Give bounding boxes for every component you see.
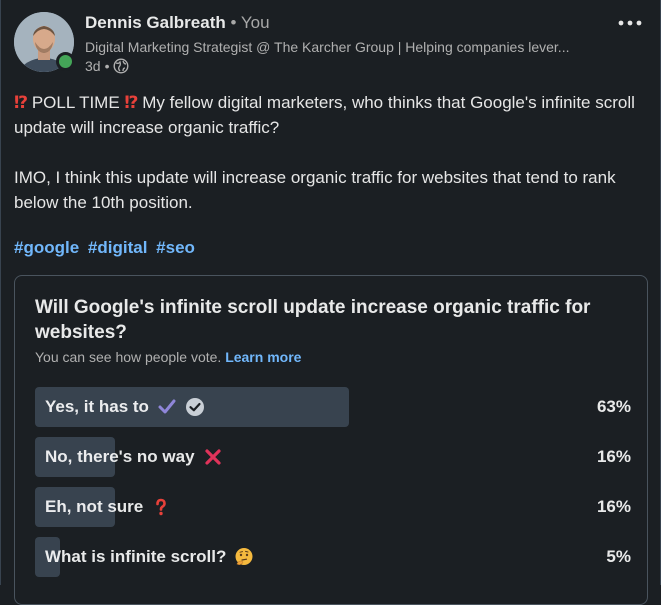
- poll-option-label: Yes, it has to: [45, 397, 149, 416]
- poll-option-label-row: What is infinite scroll?: [45, 537, 254, 577]
- author-separator: •: [230, 13, 237, 32]
- feed-post: Dennis Galbreath • You Digital Marketing…: [0, 0, 661, 605]
- poll-card: Will Google's infinite scroll update inc…: [14, 275, 648, 605]
- poll-question: Will Google's infinite scroll update inc…: [35, 297, 591, 343]
- poll-option[interactable]: Yes, it has to 63%: [35, 387, 631, 427]
- poll-option-label: No, there's no way: [45, 447, 195, 466]
- learn-more-link[interactable]: Learn more: [225, 349, 301, 365]
- hashtag-link[interactable]: #seo: [156, 238, 195, 257]
- poll-time-label: POLL TIME: [27, 93, 125, 112]
- more-options-button[interactable]: [616, 14, 644, 32]
- globe-icon: [113, 58, 129, 74]
- author-line: Dennis Galbreath • You: [85, 13, 270, 33]
- poll-option[interactable]: What is infinite scroll? 5%: [35, 537, 631, 577]
- post-text: ⁉ POLL TIME ⁉ My fellow digital marketer…: [14, 90, 644, 215]
- post-paragraph-2: IMO, I think this update will increase o…: [14, 168, 616, 212]
- author-name[interactable]: Dennis Galbreath: [85, 13, 226, 32]
- poll-option-label: Eh, not sure: [45, 497, 144, 516]
- hashtag-link[interactable]: #google: [14, 238, 79, 257]
- post-age: 3d: [85, 58, 101, 74]
- post-paragraph-1: ⁉ POLL TIME ⁉ My fellow digital marketer…: [14, 90, 644, 140]
- interrobang-icon: ⁉: [124, 93, 138, 112]
- poll-option-percent: 16%: [596, 497, 631, 516]
- poll-note: You can see how people vote. Learn more: [35, 349, 301, 365]
- hashtags: #google #digital #seo: [14, 238, 199, 258]
- selected-check-icon: [185, 398, 204, 416]
- thinking-face-icon: [235, 548, 253, 565]
- ellipsis-icon: [618, 20, 642, 26]
- online-status-indicator: [56, 52, 75, 71]
- meta-separator: •: [104, 58, 110, 74]
- poll-option[interactable]: Eh, not sure 16%: [35, 487, 631, 527]
- poll-option-label-row: Yes, it has to: [45, 387, 205, 427]
- poll-option[interactable]: No, there's no way 16%: [35, 437, 631, 477]
- red-question-icon: [156, 498, 167, 516]
- poll-option-label-row: Eh, not sure: [45, 487, 171, 527]
- hashtag-link[interactable]: #digital: [88, 238, 148, 257]
- poll-option-percent: 16%: [596, 447, 631, 466]
- post-meta: 3d •: [85, 58, 129, 74]
- poll-option-label-row: No, there's no way: [45, 437, 223, 477]
- author-headline: Digital Marketing Strategist @ The Karch…: [85, 39, 570, 55]
- purple-check-icon: [158, 399, 176, 414]
- author-relation: You: [240, 13, 270, 32]
- poll-option-percent: 5%: [606, 547, 631, 566]
- poll-option-label: What is infinite scroll?: [45, 547, 227, 566]
- poll-note-text: You can see how people vote.: [35, 349, 222, 365]
- red-x-icon: [204, 449, 221, 465]
- avatar-container[interactable]: [14, 12, 75, 72]
- poll-option-percent: 63%: [596, 397, 631, 416]
- interrobang-icon: ⁉: [14, 93, 28, 112]
